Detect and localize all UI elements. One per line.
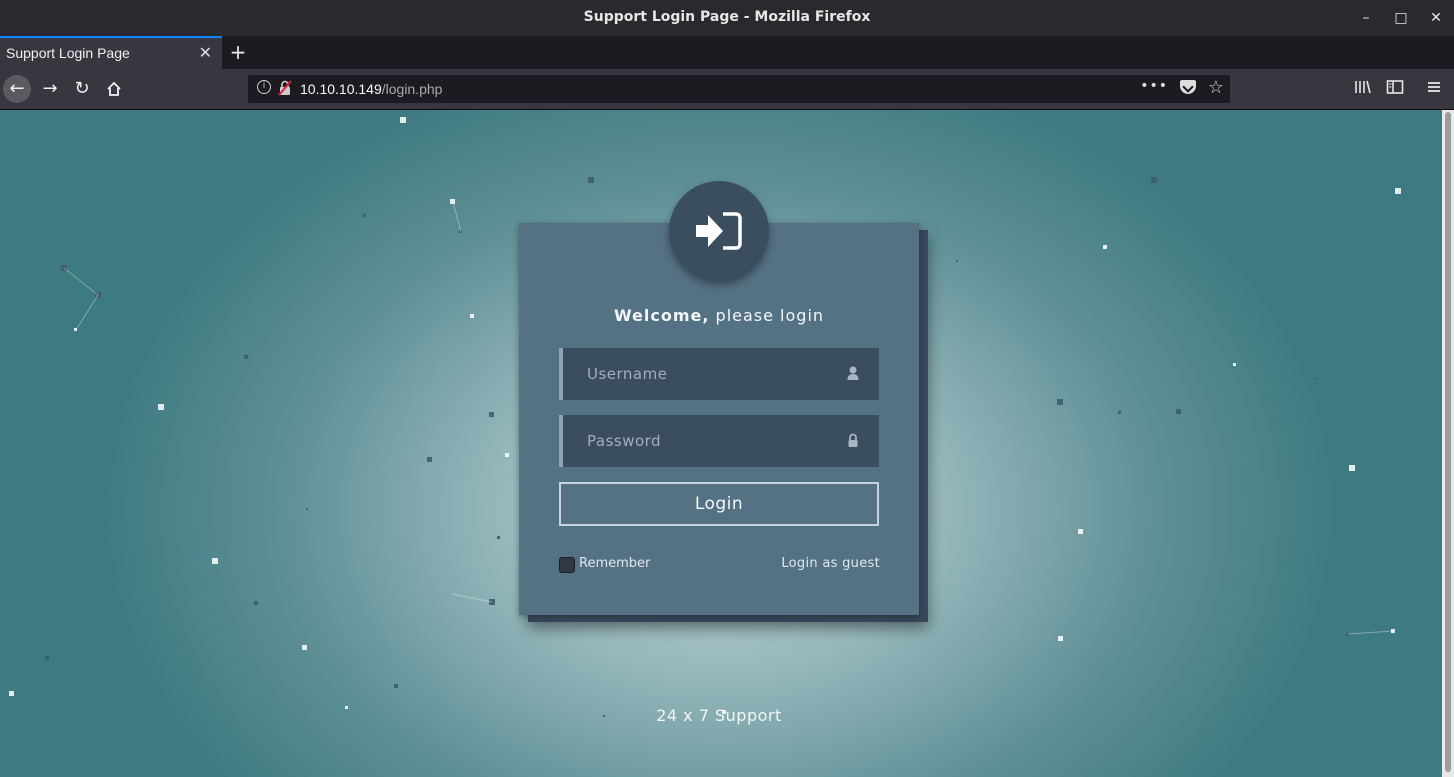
minimize-icon[interactable]: – (1356, 8, 1376, 28)
username-field (559, 348, 879, 400)
tab-close-icon[interactable]: ✕ (199, 43, 212, 62)
pocket-icon[interactable] (1180, 80, 1196, 94)
url-bar[interactable]: i 10.10.10.149/login.php ••• ☆ (248, 75, 1230, 103)
login-button[interactable]: Login (559, 482, 879, 526)
sign-in-icon (696, 212, 742, 250)
window-titlebar: Support Login Page - Mozilla Firefox – □… (0, 0, 1454, 36)
welcome-heading: Welcome, please login (519, 306, 919, 325)
url-host: 10.10.10.149 (300, 81, 382, 97)
tab-label: Support Login Page (6, 45, 130, 61)
maximize-icon[interactable]: □ (1391, 8, 1411, 28)
login-avatar (669, 181, 769, 281)
welcome-text: please login (709, 306, 825, 325)
page-content: Welcome, please login Login Remember Log… (0, 110, 1442, 777)
close-window-icon[interactable]: ✕ (1426, 8, 1446, 28)
username-input[interactable] (563, 348, 879, 400)
sidebar-icon[interactable] (1386, 79, 1404, 99)
site-info-icon[interactable]: i (257, 80, 271, 94)
welcome-bold: Welcome, (613, 306, 710, 325)
tab-strip: Support Login Page ✕ + (0, 36, 1454, 69)
new-tab-icon[interactable]: + (228, 39, 248, 65)
back-icon[interactable]: ← (3, 75, 31, 103)
tab-support-login[interactable]: Support Login Page ✕ (0, 36, 222, 69)
reload-icon[interactable]: ↻ (68, 75, 96, 103)
home-icon[interactable] (100, 75, 128, 103)
forward-icon[interactable]: → (36, 75, 64, 103)
login-as-guest-link[interactable]: Login as guest (740, 556, 880, 571)
support-footer: 24 x 7 Support (656, 706, 782, 725)
menu-icon[interactable] (1426, 79, 1442, 99)
password-input[interactable] (563, 415, 879, 467)
remember-label[interactable]: Remember (579, 556, 650, 571)
password-field (559, 415, 879, 467)
insecure-lock-icon[interactable] (278, 80, 292, 96)
url-path: /login.php (381, 81, 443, 97)
window-title: Support Login Page - Mozilla Firefox (583, 9, 871, 25)
remember-checkbox[interactable] (559, 557, 575, 573)
url-text[interactable]: 10.10.10.149/login.php (300, 81, 442, 97)
page-scrollbar[interactable] (1442, 110, 1454, 777)
scrollbar-thumb[interactable] (1445, 112, 1451, 772)
library-icon[interactable] (1354, 79, 1372, 99)
bookmark-star-icon[interactable]: ☆ (1208, 77, 1224, 98)
page-actions-icon[interactable]: ••• (1140, 78, 1168, 94)
user-icon (847, 366, 859, 380)
lock-icon (848, 433, 858, 447)
navigation-toolbar: ← → ↻ i 10.10.10.149/login.php ••• ☆ (0, 69, 1454, 110)
